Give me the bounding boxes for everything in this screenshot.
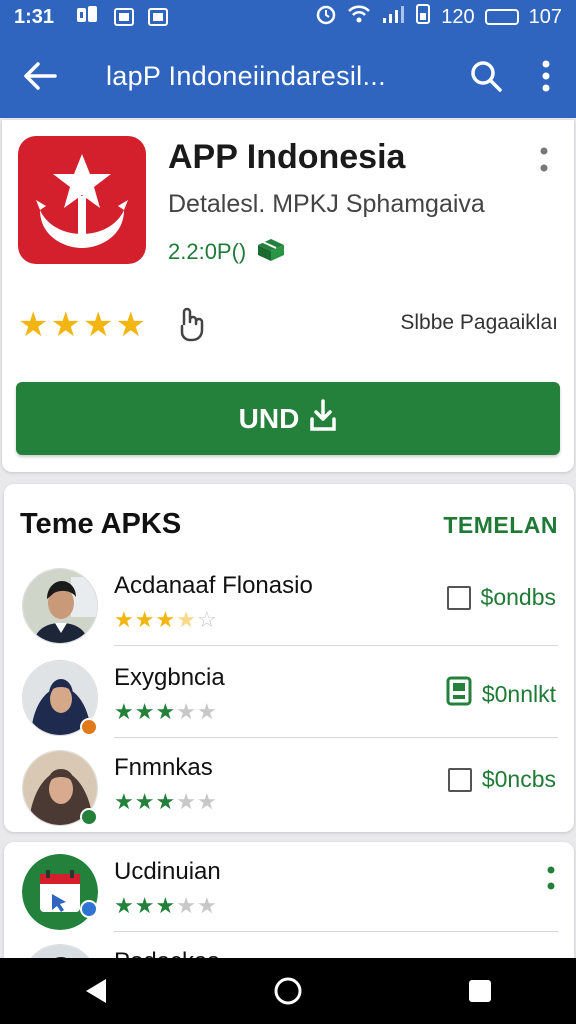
checkbox-icon[interactable] <box>446 585 471 610</box>
item-action-label: $0ncbs <box>481 766 556 792</box>
star-icon: ★ <box>114 789 134 814</box>
item-action[interactable]: $ondbs <box>446 584 556 611</box>
star-icon: ★ <box>114 893 134 918</box>
section-title: Teme APKS <box>20 508 182 540</box>
star-icon: ★ <box>114 699 134 724</box>
star-icon: ★ <box>176 699 196 724</box>
app-version: 2.2:0P() <box>168 237 288 267</box>
overflow-menu-icon[interactable] <box>516 34 576 118</box>
side-label[interactable]: Slbbe Pagaaiklaı <box>400 311 558 335</box>
signal-icon <box>381 4 405 30</box>
avatar <box>22 568 98 644</box>
sim-icon <box>415 3 431 31</box>
nav-back-icon[interactable] <box>66 961 126 1021</box>
item-more-icon[interactable] <box>546 866 556 894</box>
item-action-label: $0nnlkt <box>481 680 556 707</box>
star-icon: ★ <box>155 699 176 724</box>
signal-text: 120 <box>441 5 475 28</box>
star-icon: ★ <box>196 699 217 724</box>
package-icon <box>254 237 288 267</box>
list-item[interactable]: Fnmnkas ★ ★ ★ ★ ★ $0ncbs <box>4 738 574 828</box>
back-arrow-icon[interactable] <box>0 34 80 118</box>
checkbox-icon[interactable] <box>447 767 472 792</box>
item-action-label: $ondbs <box>480 584 556 610</box>
install-button-label: UND <box>238 402 300 434</box>
star-icon: ★ <box>155 789 176 814</box>
status-bar: 1:31 120 107 <box>0 0 576 34</box>
download-icon <box>309 399 337 438</box>
battery-text: 107 <box>528 5 562 28</box>
section-more-link[interactable]: TEMELAN <box>443 512 558 539</box>
bottom-list-card: Ucdinuian ★ ★ ★ ★ ★ Podackas <box>4 842 574 1020</box>
star-icon: ★ <box>115 306 146 344</box>
gallery-notification-icon <box>114 8 135 26</box>
item-name: Acdanaaf Flonasio <box>114 572 313 599</box>
nav-recents-icon[interactable] <box>450 961 510 1021</box>
search-icon[interactable] <box>456 34 516 118</box>
half-star-icon: ★ <box>176 607 196 632</box>
star-icon: ★ <box>134 789 155 814</box>
star-icon: ★ <box>114 607 134 632</box>
list-item[interactable]: Ucdinuian ★ ★ ★ ★ ★ <box>4 842 574 932</box>
item-rating: ★ ★ ★ ★ ☆ <box>114 608 217 632</box>
notification-icon <box>76 4 100 30</box>
battery-icon <box>484 9 519 25</box>
star-icon: ★ <box>134 893 155 918</box>
star-icon: ★ <box>176 893 196 918</box>
app-name: APP Indonesia <box>168 138 406 176</box>
item-rating: ★ ★ ★ ★ ★ <box>114 700 217 724</box>
verified-badge-icon <box>80 808 98 826</box>
app-logo-icon <box>18 136 146 264</box>
wifi-icon <box>347 4 371 30</box>
app-version-text: 2.2:0P() <box>168 239 247 264</box>
similar-apps-card: Teme APKS TEMELAN Acdanaaf Flonasio ★ ★ … <box>4 484 574 832</box>
list-item[interactable]: Exygbncia ★ ★ ★ ★ ★ $0nnlkt <box>4 648 574 738</box>
item-name: Ucdinuian <box>114 858 221 885</box>
star-icon: ★ <box>18 306 49 344</box>
star-icon: ★ <box>134 699 155 724</box>
install-button[interactable]: UND <box>16 382 560 455</box>
divider <box>114 645 558 646</box>
list-item[interactable]: Acdanaaf Flonasio ★ ★ ★ ★ ☆ $ondbs <box>4 556 574 646</box>
status-time: 1:31 <box>14 5 55 28</box>
item-name: Fnmnkas <box>114 754 213 781</box>
app-bar-title: lapP Indoneiindaresil... <box>106 60 386 91</box>
star-icon: ★ <box>196 893 217 918</box>
item-name: Exygbncia <box>114 664 225 691</box>
app-bar: lapP Indoneiindaresil... <box>0 34 576 118</box>
app-developer: Detalesl. MPKJ Sphamgaiva <box>168 190 485 218</box>
item-action[interactable]: $0ncbs <box>447 766 556 793</box>
navigation-bar <box>0 958 576 1024</box>
star-icon: ★ <box>176 789 196 814</box>
app-rating: ★ ★ ★ ★ <box>18 308 146 342</box>
calendar-app-icon <box>22 854 98 930</box>
cast-notification-icon <box>148 8 169 26</box>
star-icon: ☆ <box>196 607 217 632</box>
star-icon: ★ <box>155 893 176 918</box>
star-icon: ★ <box>196 789 217 814</box>
item-action[interactable]: $0nnlkt <box>446 676 556 712</box>
hand-icon[interactable] <box>176 306 206 342</box>
star-icon: ★ <box>50 306 81 344</box>
item-rating: ★ ★ ★ ★ ★ <box>114 894 217 918</box>
status-badge <box>80 900 98 918</box>
item-rating: ★ ★ ★ ★ ★ <box>114 790 217 814</box>
alarm-icon <box>315 3 337 31</box>
star-icon: ★ <box>155 607 176 632</box>
star-icon: ★ <box>82 306 114 344</box>
app-more-icon[interactable] <box>536 146 552 176</box>
device-icon[interactable] <box>446 676 472 712</box>
star-icon: ★ <box>134 607 155 632</box>
nav-home-icon[interactable] <box>258 961 318 1021</box>
status-badge <box>80 718 98 736</box>
